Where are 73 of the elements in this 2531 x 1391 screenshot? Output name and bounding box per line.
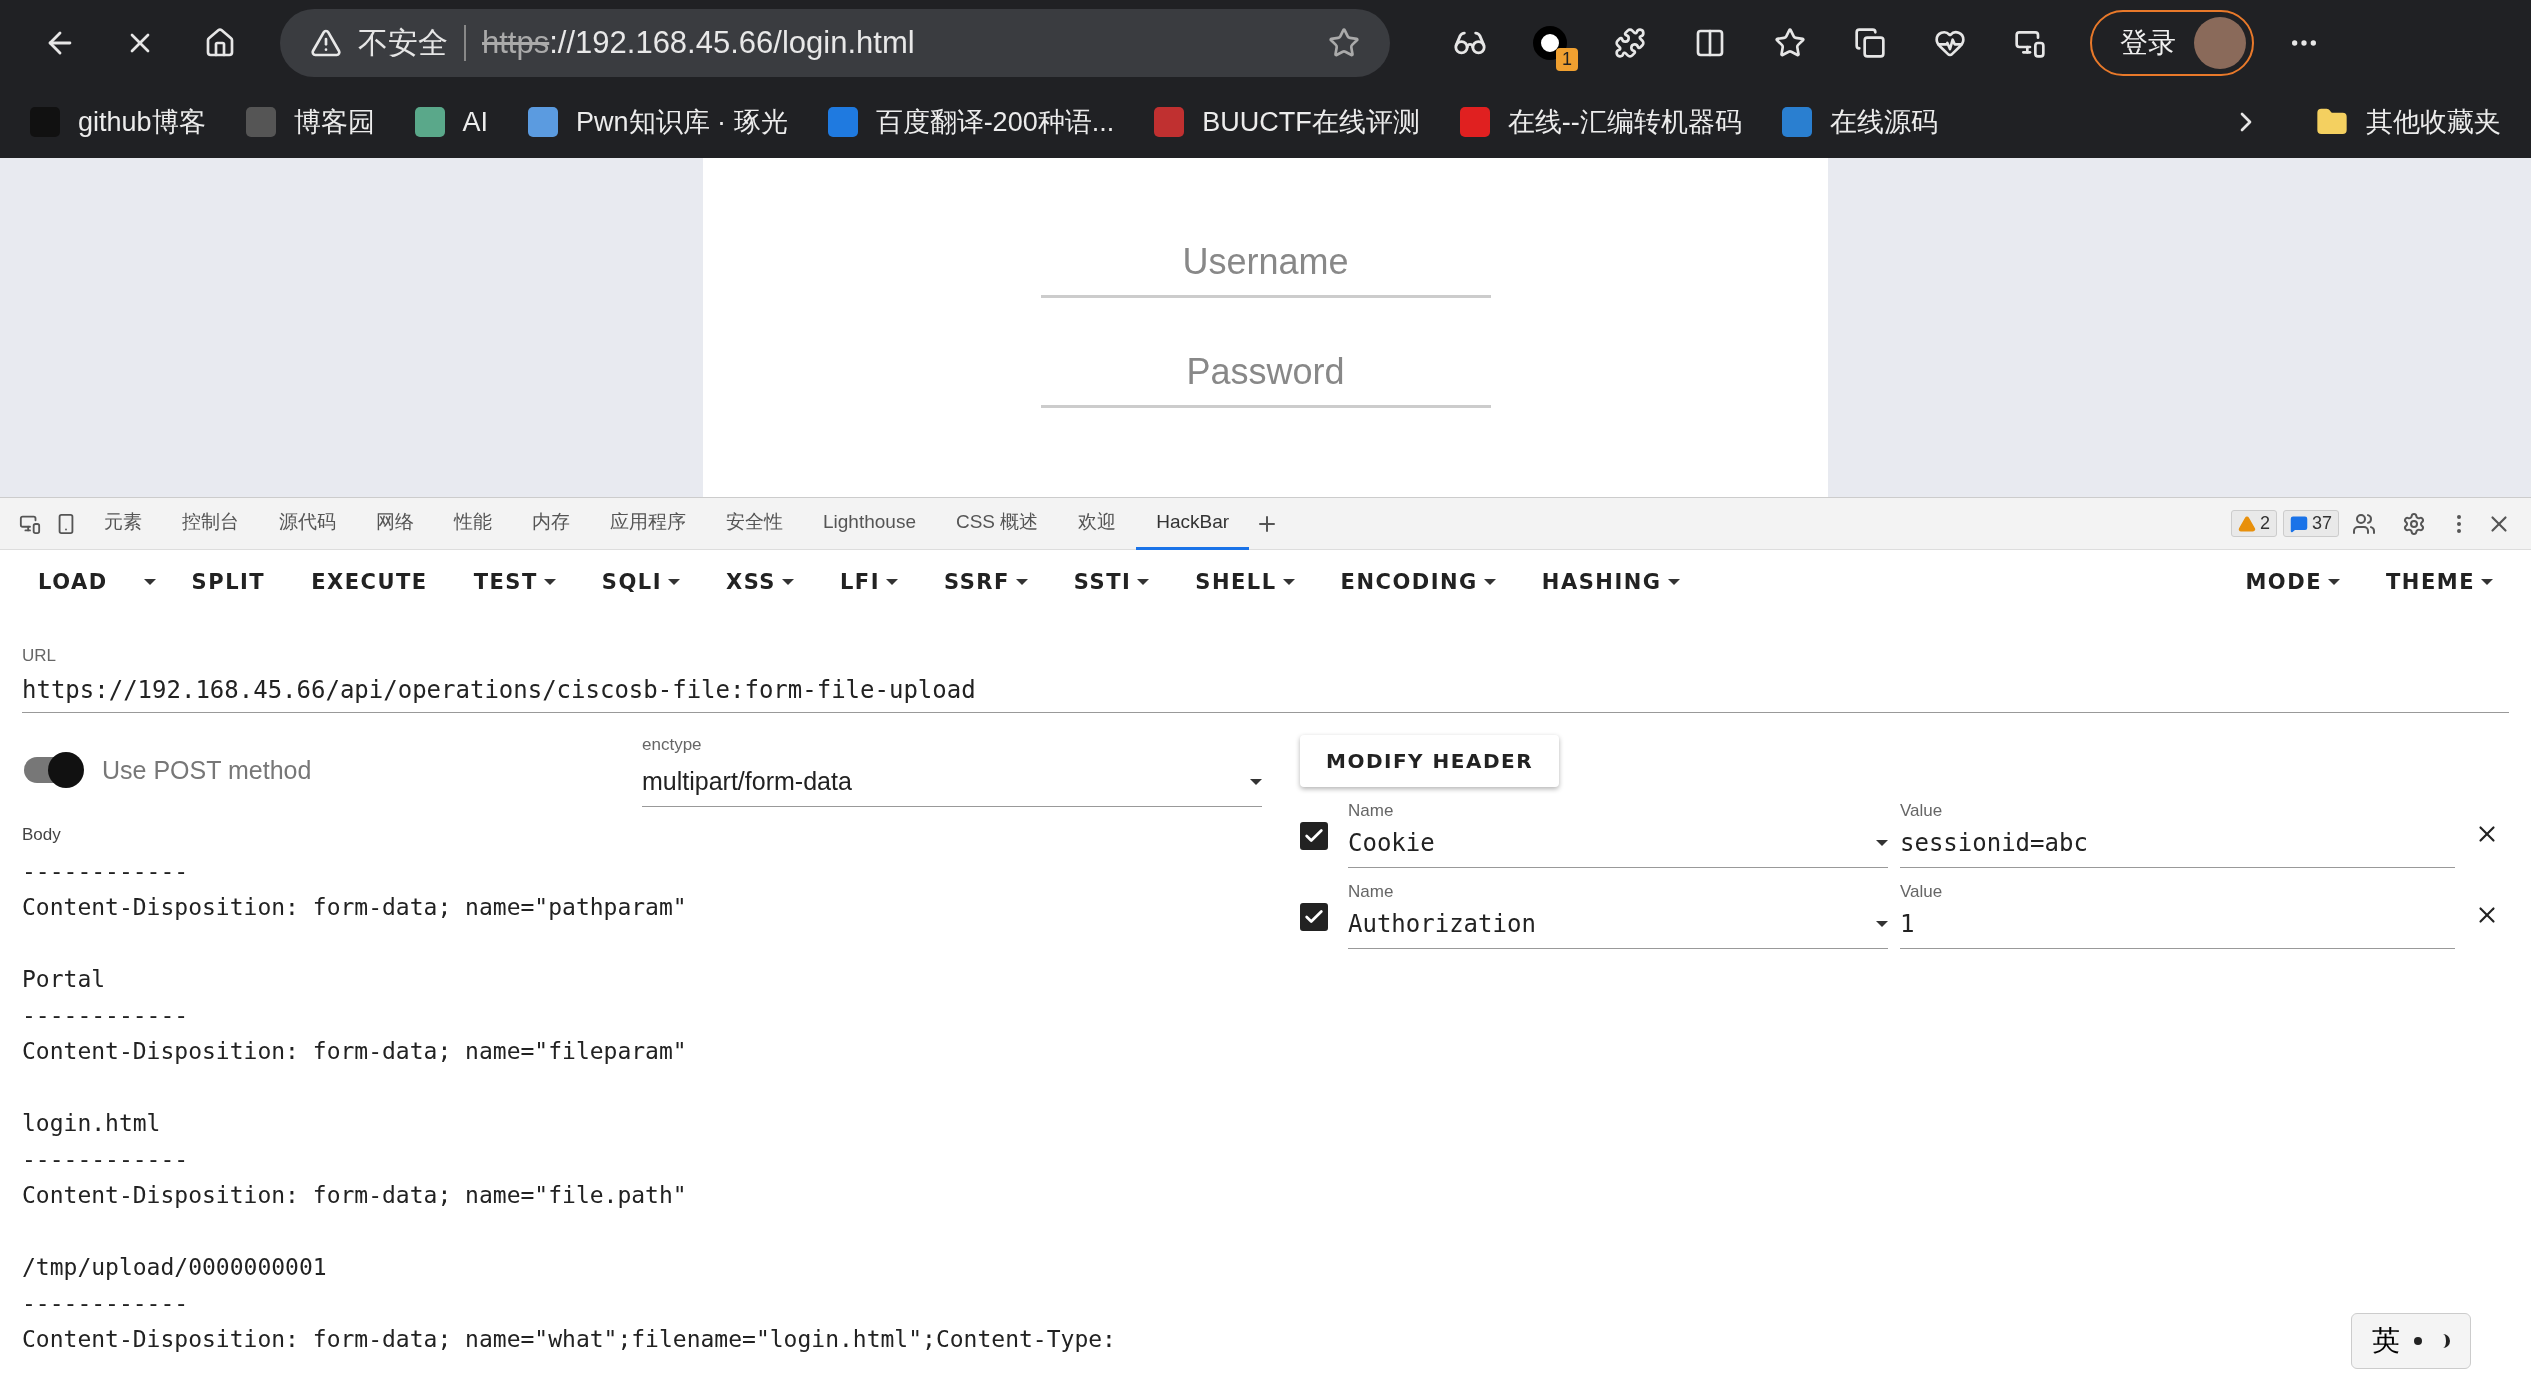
bookmark-folder[interactable]: 其他收藏夹 [2316,104,2501,140]
toggle-label: Use POST method [102,755,312,785]
menu-button[interactable]: SPLIT [175,562,282,602]
menu-dropdown[interactable]: SHELL [1179,562,1311,602]
warning-counter[interactable]: 2 [2230,510,2277,537]
bookmark-icon [414,107,445,137]
load-button[interactable]: LOAD [22,562,124,602]
post-toggle[interactable] [22,751,86,789]
menu-dropdown[interactable]: LFI [823,562,914,602]
bookmark[interactable]: AI [414,106,489,138]
devtools-tab[interactable]: 内存 [512,497,590,550]
bookmark[interactable]: 百度翻译-200种语... [827,104,1115,140]
bookmark[interactable]: 在线源码 [1781,104,1938,140]
security-label: 不安全 [358,24,448,61]
devtools-tab[interactable]: 元素 [84,497,162,550]
header-value-field[interactable]: 1 [1900,902,2455,949]
modify-header-button[interactable]: MODIFY HEADER [1300,735,1560,787]
menu-dropdown[interactable]: THEME [2370,562,2509,602]
menu-dropdown[interactable]: SQLI [585,562,696,602]
enctype-select[interactable]: multipart/form-data [642,759,1262,807]
header-value-field[interactable]: sessionid=abc [1900,821,2455,868]
menu-dropdown[interactable]: MODE [2229,562,2356,602]
devtools-tab[interactable]: 欢迎 [1058,497,1137,550]
avatar [2194,17,2246,69]
body-label: Body [22,825,62,845]
menu-dropdown[interactable]: TEST [457,562,572,602]
devtools-tab[interactable]: 源代码 [259,497,356,550]
bookmark[interactable]: BUUCTF在线评测 [1154,104,1420,140]
bookmark-icon [1154,107,1185,137]
star-icon[interactable] [1328,27,1360,59]
header-checkbox[interactable] [1300,903,1328,931]
ime-toolbar[interactable]: 英 [2351,1313,2471,1369]
value-label: Value [1900,882,1944,902]
bookmark[interactable]: Pwn知识库 · 琢光 [528,104,788,140]
menu-dropdown[interactable]: SSTI [1057,562,1166,602]
bookmark-icon [245,107,276,137]
message-counter[interactable]: 37 [2282,510,2339,537]
menu-button[interactable]: EXECUTE [295,562,444,602]
devtools-tab[interactable]: CSS 概述 [935,497,1059,550]
address-bar[interactable]: 不安全 https://192.168.45.66/login.html [280,9,1390,77]
devtools-tab[interactable]: 网络 [356,497,434,550]
url-field[interactable]: https://192.168.45.66/api/operations/ciscosb-file:form-file-upload [22,666,2509,713]
devtools-tab[interactable]: 应用程序 [590,497,706,550]
devtools-tab[interactable]: 性能 [434,497,512,550]
url-text: https://192.168.45.66/login.html [482,25,916,61]
menu-dropdown[interactable]: XSS [709,562,810,602]
value-label: Value [1900,801,1944,821]
warning-icon [2237,514,2256,533]
warning-icon [310,27,342,59]
name-label: Name [1348,801,1395,821]
header-name-field[interactable]: Authorization [1348,902,1888,949]
header-checkbox[interactable] [1300,822,1328,850]
profile-button[interactable]: 登录 [2090,10,2254,76]
menu-dropdown[interactable]: ENCODING [1324,562,1512,602]
bookmark-icon [528,107,559,137]
bookmark-icon [1781,107,1812,137]
devtools-tab[interactable]: Lighthouse [803,497,936,550]
body-textarea[interactable]: ------------ Content-Disposition: form-data; name="pathparam" Portal ------------ Content-Disposition: form-data; name="fileparam" login.html ------------ Content-Disposition: form-data; name="file.path" /tmp/upload/0000000001 ------------ Content-Disposition: form-data; name="what";filename="login.html";Content-Type: [22,853,1262,1357]
extension-badge: 1 [1556,48,1578,71]
bookmark[interactable]: github博客 [30,104,206,140]
bookmark-icon [827,107,858,137]
enctype-label: enctype [642,735,703,755]
devtools-tab[interactable]: 控制台 [162,497,259,550]
name-label: Name [1348,882,1395,902]
header-name-field[interactable]: Cookie [1348,821,1888,868]
url-label: URL [22,646,57,666]
bookmark[interactable]: 在线--汇编转机器码 [1459,104,1742,140]
bookmark[interactable]: 博客园 [245,104,375,140]
devtools-tab[interactable]: 安全性 [706,497,803,550]
bookmark-icon [1459,107,1490,137]
menu-dropdown[interactable]: HASHING [1525,562,1696,602]
message-icon [2289,514,2308,533]
menu-dropdown[interactable]: SSRF [928,562,1044,602]
